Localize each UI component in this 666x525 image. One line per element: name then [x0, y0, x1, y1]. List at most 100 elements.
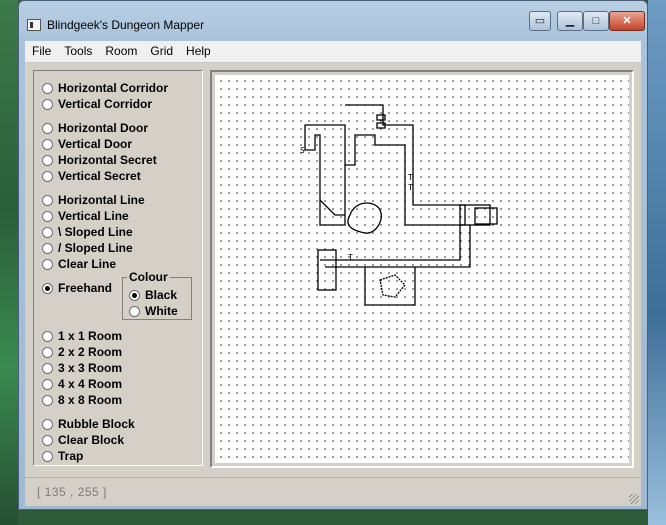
app-icon[interactable]	[27, 19, 41, 31]
tool-label: Clear Block	[58, 433, 125, 447]
close-icon: ✕	[622, 15, 632, 27]
tool-label: 1 x 1 Room	[58, 329, 123, 343]
tool-rubble-block[interactable]: Rubble Block	[42, 416, 135, 432]
radio-button[interactable]	[42, 210, 53, 222]
radio-button[interactable]	[42, 170, 53, 182]
map-door	[376, 114, 386, 121]
tool-label: 3 x 3 Room	[58, 361, 123, 375]
map-wall	[364, 267, 416, 306]
radio-button[interactable]	[42, 226, 53, 238]
radio-button[interactable]	[42, 450, 53, 462]
map-corridor	[325, 225, 471, 268]
maximize-icon: □	[592, 15, 600, 27]
tool-clear-block[interactable]: Clear Block	[42, 432, 124, 448]
tool-label: Horizontal Corridor	[58, 81, 168, 95]
radio-button[interactable]	[42, 82, 53, 94]
title-bar[interactable]: Blindgeek's Dungeon Mapper ▭ ▁ □ ✕	[19, 1, 647, 41]
radio-button[interactable]	[42, 394, 53, 406]
colour-legend: Colour	[127, 270, 170, 284]
tool-label: Horizontal Door	[58, 121, 148, 135]
tool-horizontal-secret[interactable]: Horizontal Secret	[42, 152, 157, 168]
tool-vertical-line[interactable]: Vertical Line	[42, 208, 129, 224]
menu-file[interactable]: File	[25, 41, 57, 62]
radio-button[interactable]	[42, 330, 53, 342]
tool-label: Vertical Secret	[58, 169, 141, 183]
tool-label: 8 x 8 Room	[58, 393, 123, 407]
tool-trap[interactable]: Trap	[42, 448, 83, 464]
radio-button[interactable]	[42, 154, 53, 166]
minimize-icon: ▁	[565, 15, 575, 27]
restore-extra-button[interactable]: ▭	[529, 11, 551, 31]
tool-label: 2 x 2 Room	[58, 345, 123, 359]
svg-text:T: T	[408, 183, 413, 192]
dungeon-drawing: T T T S	[300, 104, 498, 306]
colour-label: White	[145, 304, 178, 318]
tool-label: Horizontal Secret	[58, 153, 157, 167]
colour-group: Colour Black White	[122, 270, 192, 320]
tool-horizontal-door[interactable]: Horizontal Door	[42, 120, 148, 136]
tool-label: Horizontal Line	[58, 193, 145, 207]
menu-help[interactable]: Help	[179, 41, 217, 62]
tool-vertical-corridor[interactable]: Vertical Corridor	[42, 96, 152, 112]
window-title: Blindgeek's Dungeon Mapper	[47, 18, 205, 32]
radio-button-checked[interactable]	[42, 282, 53, 294]
tool-label: / Sloped Line	[58, 241, 133, 255]
radio-button[interactable]	[42, 194, 53, 206]
tool-panel: Horizontal Corridor Vertical Corridor Ho…	[33, 70, 203, 466]
tool-room-8x8[interactable]: 8 x 8 Room	[42, 392, 122, 408]
tool-label: 4 x 4 Room	[58, 377, 123, 391]
map-wall	[304, 124, 346, 226]
map-corridor	[319, 199, 345, 216]
tool-room-2x2[interactable]: 2 x 2 Room	[42, 344, 122, 360]
tool-label: Rubble Block	[58, 417, 135, 431]
radio-button[interactable]	[42, 258, 53, 270]
radio-button[interactable]	[42, 346, 53, 358]
radio-button[interactable]	[129, 305, 140, 317]
tool-room-4x4[interactable]: 4 x 4 Room	[42, 376, 122, 392]
tool-freehand[interactable]: Freehand	[42, 280, 112, 296]
desktop-background-left	[0, 0, 18, 525]
radio-button[interactable]	[42, 122, 53, 134]
tool-label: Vertical Door	[58, 137, 133, 151]
colour-white[interactable]: White	[129, 303, 178, 319]
close-button[interactable]: ✕	[609, 11, 645, 31]
dungeon-map-canvas[interactable]: T T T S	[215, 75, 629, 463]
resize-grip-icon[interactable]	[629, 494, 639, 504]
radio-button[interactable]	[42, 362, 53, 374]
client-area: File Tools Room Grid Help Horizontal Cor…	[25, 41, 641, 506]
map-corridor	[320, 225, 461, 261]
tool-room-3x3[interactable]: 3 x 3 Room	[42, 360, 122, 376]
colour-black[interactable]: Black	[129, 287, 177, 303]
tool-vertical-door[interactable]: Vertical Door	[42, 136, 132, 152]
radio-button[interactable]	[42, 378, 53, 390]
radio-button[interactable]	[42, 242, 53, 254]
tool-room-1x1[interactable]: 1 x 1 Room	[42, 328, 122, 344]
svg-text:T: T	[348, 253, 353, 262]
svg-text:T: T	[408, 173, 413, 182]
map-room	[474, 207, 498, 225]
tool-slash-sloped-line[interactable]: / Sloped Line	[42, 240, 133, 256]
tool-clear-line[interactable]: Clear Line	[42, 256, 116, 272]
menu-grid[interactable]: Grid	[143, 41, 179, 62]
app-window: Blindgeek's Dungeon Mapper ▭ ▁ □ ✕ File …	[18, 0, 648, 510]
tool-label: Clear Line	[58, 257, 117, 271]
tool-vertical-secret[interactable]: Vertical Secret	[42, 168, 141, 184]
desktop-background-right	[648, 0, 666, 525]
radio-button-checked[interactable]	[129, 289, 140, 301]
maximize-button[interactable]: □	[583, 11, 609, 31]
tool-label: Trap	[58, 449, 84, 463]
radio-button[interactable]	[42, 98, 53, 110]
radio-button[interactable]	[42, 418, 53, 430]
tool-horizontal-line[interactable]: Horizontal Line	[42, 192, 145, 208]
tool-label: Vertical Line	[58, 209, 129, 223]
tool-horizontal-corridor[interactable]: Horizontal Corridor	[42, 80, 168, 96]
tool-label: Freehand	[58, 281, 113, 295]
minimize-button[interactable]: ▁	[557, 11, 583, 31]
menu-room[interactable]: Room	[98, 41, 143, 62]
menu-tools[interactable]: Tools	[57, 41, 98, 62]
radio-button[interactable]	[42, 138, 53, 150]
tool-backslash-sloped-line[interactable]: \ Sloped Line	[42, 224, 133, 240]
radio-button[interactable]	[42, 434, 53, 446]
map-room	[317, 249, 337, 291]
cursor-coordinates: [ 135 , 255 ]	[37, 485, 107, 499]
